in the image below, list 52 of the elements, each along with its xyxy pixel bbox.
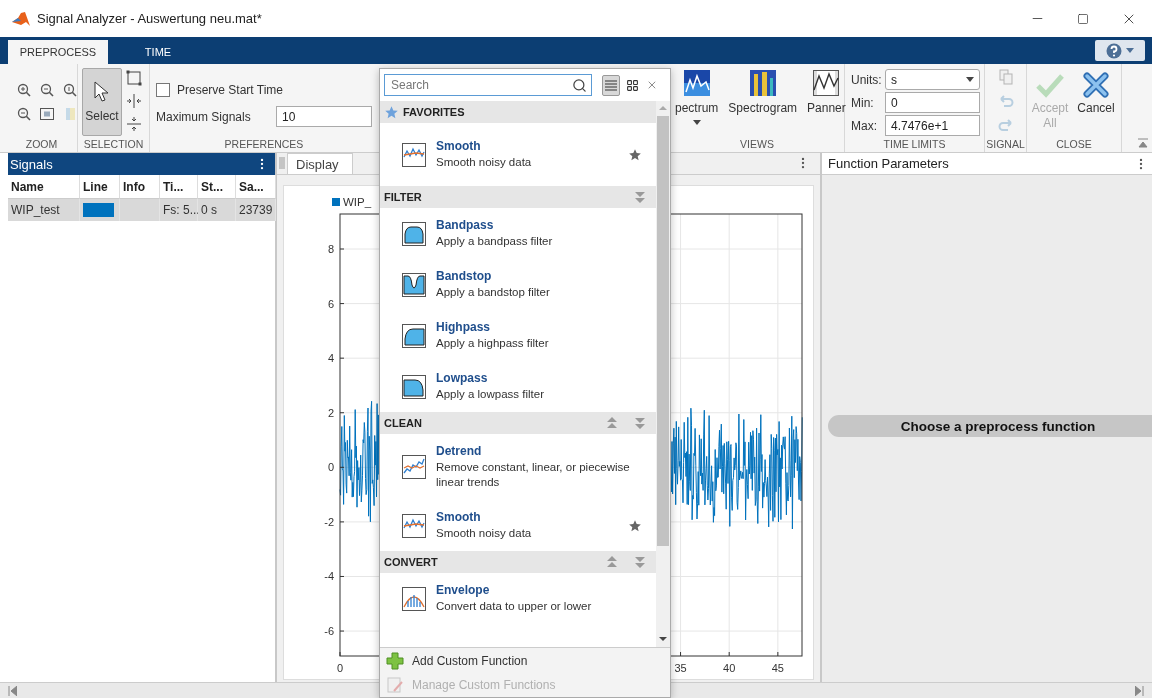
- section-label: ZOOM: [24, 137, 59, 152]
- function-description: Remove constant, linear, or piecewise linear trends: [436, 460, 631, 490]
- tick-label: 2: [327, 406, 334, 419]
- section-title: FILTER: [384, 191, 422, 203]
- tick-label: -6: [324, 625, 334, 638]
- tick-label: 8: [327, 243, 334, 255]
- tick-label: 4: [327, 352, 334, 365]
- field-label: Min:: [851, 95, 875, 110]
- function-description: Apply a bandstop filter: [436, 285, 551, 300]
- tick-label: 0: [327, 461, 334, 474]
- section-label: SIGNAL: [985, 137, 1026, 152]
- section-label: TIME LIMITS: [882, 137, 947, 152]
- function-name: Lowpass: [436, 371, 489, 385]
- window-title: Signal Analyzer - Auswertung neu.mat*: [37, 11, 262, 26]
- function-description: Smooth noisy data: [436, 155, 533, 170]
- tick-label: 0: [336, 662, 344, 674]
- section-title: CLEAN: [384, 417, 422, 429]
- field-label: Max:: [851, 118, 878, 133]
- function-name: Highpass: [436, 320, 491, 334]
- table-cell: 23739: [236, 199, 277, 221]
- function-name: Smooth: [436, 139, 482, 153]
- tick-label: 6: [327, 297, 334, 310]
- section-title: FAVORITES: [403, 106, 465, 118]
- table-cell: Fs: 5...: [160, 199, 198, 221]
- function-name: Bandstop: [436, 269, 493, 283]
- function-description: Smooth noisy data: [436, 526, 533, 541]
- section-title: CONVERT: [384, 556, 438, 568]
- field-label: Maximum Signals: [156, 109, 252, 124]
- function-name: Bandpass: [436, 218, 495, 232]
- legend-item: WIP_: [332, 196, 372, 208]
- section-label: SELECTION: [82, 137, 145, 152]
- function-description: Apply a highpass filter: [436, 336, 550, 351]
- function-description: Apply a lowpass filter: [436, 387, 546, 402]
- field-label: Units:: [851, 72, 883, 87]
- tick-label: 40: [723, 662, 736, 674]
- function-name: Smooth: [436, 510, 482, 524]
- section-label: PREFERENCES: [223, 137, 305, 152]
- function-description: Apply a bandpass filter: [436, 234, 554, 249]
- status-message: Choose a preprocess function: [828, 415, 1152, 437]
- panel-title: Signals: [10, 156, 53, 172]
- panel-title: Function Parameters: [828, 156, 949, 171]
- tick-label: 45: [771, 662, 784, 674]
- section-label: CLOSE: [1055, 137, 1093, 152]
- function-description: Convert data to upper or lower: [436, 599, 593, 614]
- checkbox-label: Preserve Start Time: [177, 83, 284, 97]
- tick-label: 35: [674, 662, 687, 674]
- function-name: Envelope: [436, 583, 491, 597]
- table-cell: 0 s: [198, 199, 236, 221]
- section-label: VIEWS: [739, 137, 775, 152]
- function-name: Detrend: [436, 444, 483, 458]
- tick-label: -4: [324, 570, 334, 583]
- tick-label: -2: [324, 515, 334, 528]
